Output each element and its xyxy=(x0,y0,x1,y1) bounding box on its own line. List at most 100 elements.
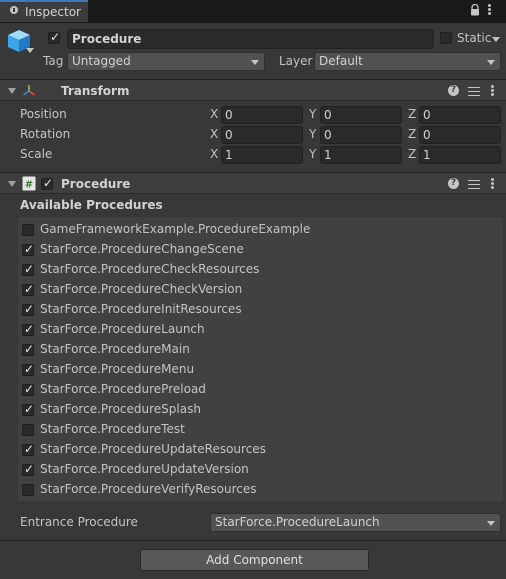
list-item[interactable]: StarForce.ProcedureTest xyxy=(22,419,492,439)
axis-y-label[interactable]: Y xyxy=(309,127,316,141)
procedure-checkbox[interactable] xyxy=(22,382,34,396)
component-enabled-checkbox[interactable] xyxy=(41,176,53,190)
procedure-checkbox[interactable] xyxy=(22,282,34,296)
layer-dropdown[interactable]: Default xyxy=(314,52,501,71)
procedure-name: StarForce.ProcedurePreload xyxy=(40,382,206,396)
layer-label: Layer xyxy=(279,54,313,68)
static-label[interactable]: Static xyxy=(457,31,491,45)
axis-y-label[interactable]: Y xyxy=(309,107,316,121)
position-x-field[interactable]: 0 xyxy=(221,106,303,124)
list-item[interactable]: GameFrameworkExample.ProcedureExample xyxy=(22,219,492,239)
tab-label: Inspector xyxy=(25,5,81,19)
tab-bar: Inspector xyxy=(0,0,506,23)
procedure-checkbox[interactable] xyxy=(22,462,34,476)
axis-z-label[interactable]: Z xyxy=(408,147,416,161)
list-item[interactable]: StarForce.ProcedureUpdateVersion xyxy=(22,459,492,479)
transform-header[interactable]: Transform ? xyxy=(0,79,506,101)
procedure-name: StarForce.ProcedureLaunch xyxy=(40,322,205,336)
procedure-checkbox[interactable] xyxy=(22,242,34,256)
list-item[interactable]: StarForce.ProcedureCheckVersion xyxy=(22,279,492,299)
list-item[interactable]: StarForce.ProcedureUpdateResources xyxy=(22,439,492,459)
axis-z-label[interactable]: Z xyxy=(408,107,416,121)
menu-icon[interactable] xyxy=(488,4,492,16)
component-menu-icon[interactable] xyxy=(491,85,494,97)
scale-label: Scale xyxy=(20,147,53,161)
axis-x-label[interactable]: X xyxy=(210,127,218,141)
scale-y-field[interactable]: 1 xyxy=(320,146,402,164)
list-item[interactable]: StarForce.ProcedurePreload xyxy=(22,379,492,399)
foldout-arrow-icon[interactable] xyxy=(8,88,16,94)
help-icon[interactable]: ? xyxy=(448,85,459,96)
position-y-field[interactable]: 0 xyxy=(320,106,402,124)
help-icon[interactable]: ? xyxy=(448,178,459,189)
procedure-name: StarForce.ProcedureCheckVersion xyxy=(40,282,243,296)
transform-title: Transform xyxy=(61,84,130,98)
tag-dropdown[interactable]: Untagged xyxy=(67,52,265,71)
transform-body: Position X 0 Y 0 Z 0 Rotation X 0 Y 0 Z … xyxy=(0,105,506,165)
preset-icon[interactable] xyxy=(468,179,480,189)
name-field[interactable]: Procedure xyxy=(67,29,434,49)
procedure-name: StarForce.ProcedureCheckResources xyxy=(40,262,260,276)
list-item[interactable]: StarForce.ProcedureMenu xyxy=(22,359,492,379)
procedure-name: StarForce.ProcedureTest xyxy=(40,422,185,436)
procedure-name: StarForce.ProcedureUpdateVersion xyxy=(40,462,249,476)
procedure-checkbox[interactable] xyxy=(22,322,34,336)
rotation-z-field[interactable]: 0 xyxy=(419,126,501,144)
rotation-x-field[interactable]: 0 xyxy=(221,126,303,144)
preset-icon[interactable] xyxy=(468,86,480,96)
chevron-down-icon xyxy=(487,60,495,65)
list-item[interactable]: StarForce.ProcedureInitResources xyxy=(22,299,492,319)
tab-inspector[interactable]: Inspector xyxy=(0,0,88,22)
list-item[interactable]: StarForce.ProcedureSplash xyxy=(22,399,492,419)
list-item[interactable]: StarForce.ProcedureCheckResources xyxy=(22,259,492,279)
entrance-procedure-label: Entrance Procedure xyxy=(20,515,138,529)
procedure-checkbox[interactable] xyxy=(22,484,34,496)
list-item[interactable]: StarForce.ProcedureChangeScene xyxy=(22,239,492,259)
axis-y-label[interactable]: Y xyxy=(309,147,316,161)
lock-icon[interactable] xyxy=(470,4,480,16)
static-checkbox[interactable] xyxy=(440,32,452,44)
available-procedures-label: Available Procedures xyxy=(20,198,163,212)
list-item[interactable]: StarForce.ProcedureMain xyxy=(22,339,492,359)
entrance-procedure-value: StarForce.ProcedureLaunch xyxy=(215,515,380,529)
add-component-button[interactable]: Add Component xyxy=(140,549,369,571)
tag-label: Tag xyxy=(43,54,64,68)
rotation-y-field[interactable]: 0 xyxy=(320,126,402,144)
chevron-down-icon xyxy=(251,60,259,65)
axis-x-label[interactable]: X xyxy=(210,107,218,121)
list-item[interactable]: StarForce.ProcedureLaunch xyxy=(22,319,492,339)
procedure-checkbox[interactable] xyxy=(22,224,34,236)
procedure-name: StarForce.ProcedureUpdateResources xyxy=(40,442,266,456)
procedure-list-items: GameFrameworkExample.ProcedureExample Sta… xyxy=(0,219,506,499)
transform-icon xyxy=(23,85,35,96)
divider xyxy=(0,540,506,541)
foldout-arrow-icon[interactable] xyxy=(8,181,16,187)
tag-value: Untagged xyxy=(72,54,131,68)
axis-x-label[interactable]: X xyxy=(210,147,218,161)
procedure-name: StarForce.ProcedureVerifyResources xyxy=(40,482,257,496)
entrance-procedure-dropdown[interactable]: StarForce.ProcedureLaunch xyxy=(210,513,501,532)
procedure-checkbox[interactable] xyxy=(22,302,34,316)
procedure-checkbox[interactable] xyxy=(22,402,34,416)
icon-dropdown-arrow[interactable] xyxy=(26,48,34,53)
rotation-label: Rotation xyxy=(20,127,71,141)
procedure-name: StarForce.ProcedureChangeScene xyxy=(40,242,244,256)
scale-x-field[interactable]: 1 xyxy=(221,146,303,164)
procedure-checkbox[interactable] xyxy=(22,362,34,376)
svg-text:#: # xyxy=(25,180,33,191)
scale-z-field[interactable]: 1 xyxy=(419,146,501,164)
position-label: Position xyxy=(20,107,67,121)
layer-value: Default xyxy=(319,54,363,68)
procedure-name: StarForce.ProcedureMenu xyxy=(40,362,195,376)
axis-z-label[interactable]: Z xyxy=(408,127,416,141)
procedure-checkbox[interactable] xyxy=(22,342,34,356)
procedure-header[interactable]: # Procedure ? xyxy=(0,172,506,194)
procedure-checkbox[interactable] xyxy=(22,262,34,276)
list-item[interactable]: StarForce.ProcedureVerifyResources xyxy=(22,479,492,499)
static-dropdown-arrow[interactable] xyxy=(492,37,500,42)
component-menu-icon[interactable] xyxy=(491,178,494,190)
procedure-checkbox[interactable] xyxy=(22,424,34,436)
position-z-field[interactable]: 0 xyxy=(419,106,501,124)
active-checkbox[interactable] xyxy=(48,30,60,44)
procedure-checkbox[interactable] xyxy=(22,442,34,456)
